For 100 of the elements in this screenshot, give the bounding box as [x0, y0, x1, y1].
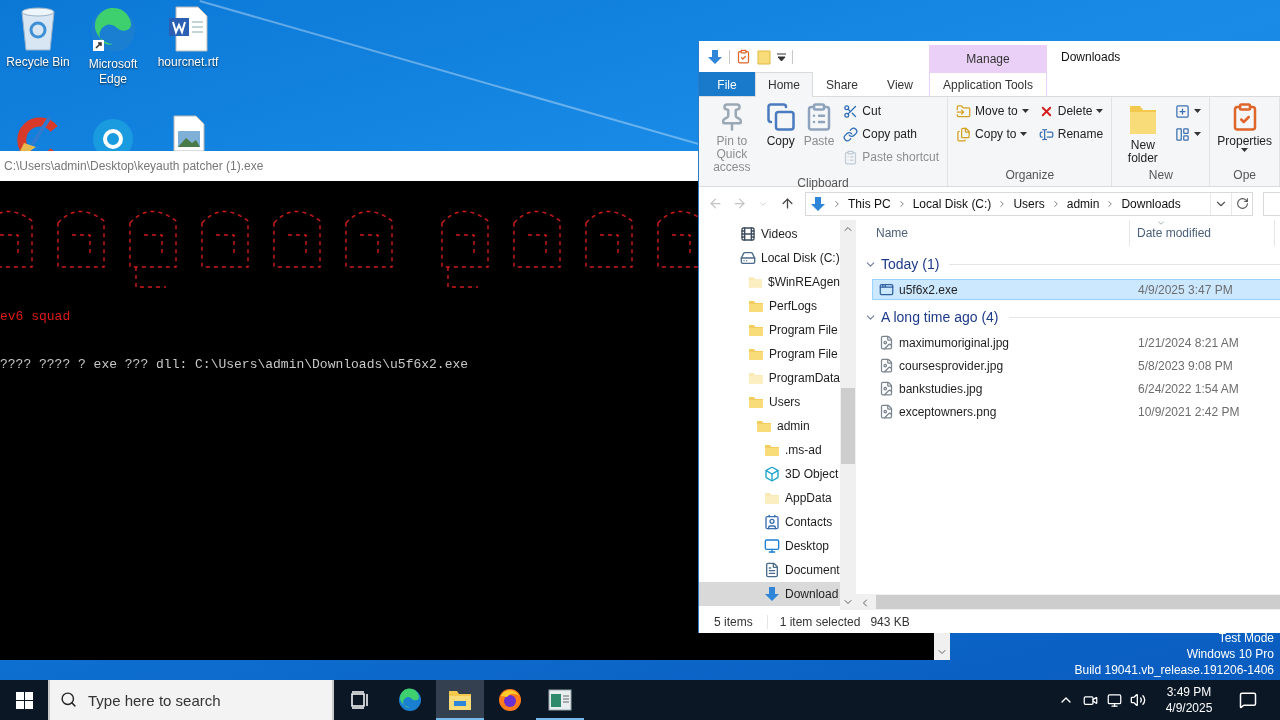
nav-item[interactable]: 3D Object	[699, 462, 840, 486]
clock[interactable]: 3:49 PM 4/9/2025	[1156, 680, 1222, 720]
window-title: Downloads	[1060, 48, 1121, 66]
files-icon	[956, 126, 972, 142]
duplicate-button[interactable]: Copy to	[952, 123, 1033, 145]
nav-item[interactable]: ProgramData	[699, 366, 840, 390]
nav-item[interactable]: Desktop	[699, 534, 840, 558]
caret-icon	[1194, 109, 1202, 113]
caret-icon	[1021, 109, 1029, 113]
address-field[interactable]: This PC Local Disk (C:) Users admin Downloads	[805, 191, 1253, 216]
window-icon	[548, 689, 572, 711]
copy-button[interactable]: Copy	[762, 100, 799, 150]
file-date: 10/9/2021 2:42 PM	[1137, 404, 1240, 419]
breadcrumb-item[interactable]: Downloads	[1121, 196, 1181, 211]
nav-item[interactable]: .ms-ad	[699, 438, 840, 462]
clipboard-icon	[843, 149, 859, 165]
folder-icon	[748, 370, 764, 386]
file-date: 5/8/2023 9:08 PM	[1137, 358, 1233, 373]
nav-item[interactable]: AppData	[699, 486, 840, 510]
folder-icon	[764, 490, 780, 506]
folder-icon	[448, 689, 472, 711]
console-line: ev6 squad	[0, 309, 71, 325]
search-icon	[60, 691, 77, 708]
group-label: New	[1147, 168, 1174, 184]
nav-item[interactable]: Program File	[699, 318, 840, 342]
file-row[interactable]: u5f6x2.exe 4/9/2025 3:47 PM	[872, 279, 1280, 300]
scrollbar-thumb[interactable]	[841, 388, 855, 464]
move-button[interactable]: Move to	[952, 100, 1033, 122]
breadcrumb-item[interactable]: This PC	[848, 196, 891, 211]
edge-browser-icon	[89, 6, 137, 54]
nav-item[interactable]: Videos	[699, 222, 840, 246]
breadcrumb-item[interactable]: Local Disk (C:)	[912, 196, 992, 211]
nav-item[interactable]: Program File	[699, 342, 840, 366]
contact-card-icon	[764, 514, 780, 530]
properties-button[interactable]: Properties	[1214, 100, 1275, 154]
sort-icon	[1156, 218, 1166, 228]
rename-button[interactable]: Rename	[1034, 123, 1108, 145]
desktop-shortcut[interactable]: Microsoft Edge	[75, 6, 151, 87]
chevron-icon	[832, 198, 842, 209]
folder-icon	[748, 346, 764, 362]
refresh-icon[interactable]	[1235, 197, 1249, 210]
status-text: 943 KB	[870, 614, 910, 629]
column-header[interactable]: Name	[856, 220, 1130, 246]
file-name: bankstudies.jpg	[873, 381, 1131, 396]
folder-icon	[748, 394, 764, 410]
group-header: A long time ago (4)	[881, 309, 999, 325]
properties-icon[interactable]	[736, 49, 751, 64]
text-cursor-icon	[1038, 126, 1054, 142]
file-row[interactable]: coursesprovider.jpg 5/8/2023 9:08 PM	[872, 355, 1280, 376]
file-row[interactable]: maximumoriginal.jpg 1/21/2024 8:21 AM	[872, 332, 1280, 353]
dropdown-icon[interactable]	[777, 52, 786, 61]
file-row[interactable]: bankstudies.jpg 6/24/2022 1:54 AM	[872, 378, 1280, 399]
scrollbar-thumb[interactable]	[876, 595, 1280, 609]
file-name: coursesprovider.jpg	[873, 358, 1131, 373]
cut-button[interactable]: Cut	[839, 100, 944, 122]
nav-item[interactable]: Download	[699, 582, 840, 606]
taskbar-app[interactable]	[436, 680, 484, 720]
file-row[interactable]: exceptowners.png 10/9/2021 2:42 PM	[872, 401, 1280, 422]
nav-item[interactable]: Users	[699, 390, 840, 414]
nav-item[interactable]: Contacts	[699, 510, 840, 534]
volume-icon[interactable]	[1130, 692, 1146, 708]
delete-button[interactable]: Delete	[1034, 100, 1108, 122]
caret-icon	[1096, 109, 1104, 113]
search-field[interactable]: Type here to search	[48, 680, 334, 720]
column-header[interactable]: Date modified	[1130, 220, 1275, 246]
document-icon	[764, 562, 780, 578]
ribbon-tab[interactable]: Application Tools	[929, 72, 1047, 96]
image-file-icon	[879, 335, 894, 350]
application-icon	[879, 282, 894, 297]
monitor-icon	[764, 538, 780, 554]
copy-icon	[765, 102, 796, 132]
download-arrow-icon	[707, 48, 723, 65]
file-name: maximumoriginal.jpg	[873, 335, 1131, 350]
desktop-shortcut[interactable]: Recycle Bin	[0, 6, 76, 70]
ribbon-tab[interactable]: Home	[755, 72, 813, 97]
network-icon[interactable]	[1106, 692, 1122, 708]
edition-text: Build 19041.vb_release.191206-1406	[1074, 662, 1274, 678]
edition-text: Windows 10 Pro	[1186, 646, 1274, 662]
folder-button[interactable]: New folder	[1116, 100, 1170, 167]
nav-item[interactable]: Local Disk (C:)	[699, 246, 840, 270]
nav-item[interactable]: PerfLogs	[699, 294, 840, 318]
nav-item[interactable]: $WinREAgen	[699, 270, 840, 294]
file-date: 6/24/2022 1:54 AM	[1137, 381, 1239, 396]
desktop-shortcut[interactable]: hourcnet.rtf	[150, 6, 226, 70]
nav-item[interactable]: Document	[699, 558, 840, 582]
nav-item[interactable]: admin	[699, 414, 840, 438]
file-date: 4/9/2025 3:47 PM	[1137, 282, 1233, 297]
path-button[interactable]: Copy path	[839, 123, 944, 145]
task-view-icon	[350, 691, 370, 709]
caret-icon	[1194, 132, 1202, 136]
image-file-icon	[879, 404, 894, 419]
ribbon-tab[interactable]: File	[699, 72, 755, 96]
context-tab-header: Manage	[929, 45, 1047, 72]
notifications-icon[interactable]	[1239, 691, 1257, 709]
breadcrumb-item[interactable]: admin	[1066, 196, 1100, 211]
file-name: u5f6x2.exe	[873, 282, 1131, 297]
breadcrumb-item[interactable]: Users	[1013, 196, 1045, 211]
search-field[interactable]	[1263, 191, 1280, 216]
image-file-icon	[879, 381, 894, 396]
group-header: Today (1)	[881, 256, 940, 272]
